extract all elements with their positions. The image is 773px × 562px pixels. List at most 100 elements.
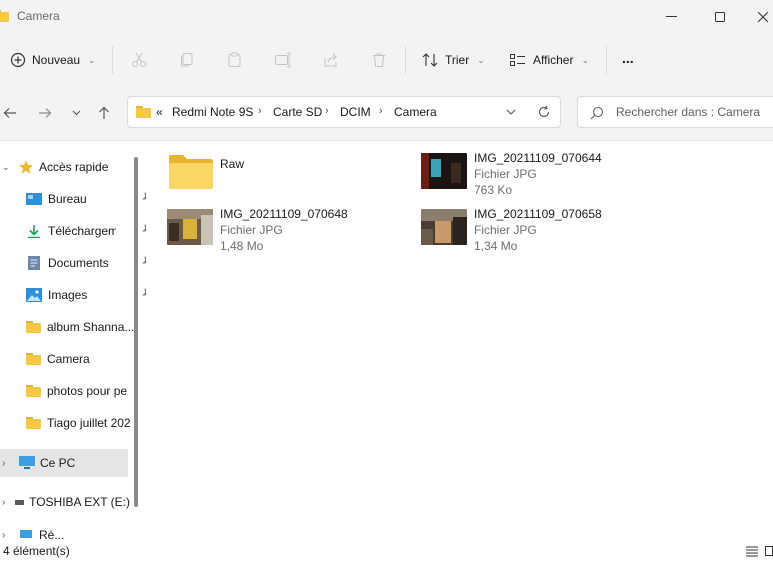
trash-icon [373,53,385,67]
file-type: Fichier JPG [474,223,537,237]
sidebar-item-drive[interactable]: › TOSHIBA EXT (E:) [0,489,130,515]
navigation-pane: ⌄ Accès rapide Bureau Téléchargements Do… [0,141,153,541]
tiles-view-button[interactable] [765,545,773,560]
breadcrumb-dcim[interactable]: DCIM [340,105,371,119]
minimize-button[interactable] [660,6,682,28]
file-item-raw[interactable]: Raw [166,153,386,203]
minimize-icon [665,16,677,17]
breadcrumb-separator: › [325,105,329,117]
up-button[interactable] [94,104,114,122]
view-button-label: Afficher [533,53,574,67]
address-history-button[interactable] [506,106,516,121]
view-icon [510,54,525,66]
details-view-button[interactable] [745,545,759,560]
sidebar-item-tiago[interactable]: Tiago juillet 202 [0,410,156,436]
file-item-img-070648[interactable]: IMG_20211109_070648 Fichier JPG 1,48 Mo [166,205,386,255]
drive-icon [14,500,25,505]
file-size: 1,34 Mo [474,239,518,253]
chevron-right-icon: › [2,457,6,469]
plus-circle-icon [10,52,26,68]
folder-icon [136,106,151,118]
sidebar-item-downloads[interactable]: Téléchargements [0,218,156,244]
delete-button[interactable] [368,49,390,71]
breadcrumb-camera[interactable]: Camera [394,105,437,119]
sidebar-item-label: photos pour pe [47,384,128,398]
close-button[interactable] [752,6,773,28]
arrow-up-icon [99,106,109,119]
sort-button[interactable]: Trier ⌄ [421,47,485,73]
back-button[interactable] [0,104,20,122]
sidebar-item-label: Ré... [39,529,65,541]
chevron-down-icon [506,109,516,115]
file-item-img-070658[interactable]: IMG_20211109_070658 Fichier JPG 1,34 Mo [420,205,640,255]
sidebar-item-label: TOSHIBA EXT (E:) [29,495,130,509]
sidebar-item-camera[interactable]: Camera [0,346,156,372]
breadcrumb-device[interactable]: Redmi Note 9S [172,105,253,119]
download-icon [28,225,40,238]
new-button-label: Nouveau [32,53,81,67]
sidebar-item-this-pc[interactable]: › Ce PC [0,449,128,477]
desktop-icon [26,193,42,205]
separator [112,46,113,74]
sidebar-item-photos[interactable]: photos pour pe [0,378,156,404]
sidebar-item-network[interactable]: › Ré... [0,529,130,541]
sidebar-item-desktop[interactable]: Bureau [0,186,156,212]
arrow-left-icon [3,108,16,118]
breadcrumb-separator: › [379,105,383,117]
folder-icon [169,155,213,189]
address-bar[interactable]: « Redmi Note 9S › Carte SD › DCIM › Came… [127,96,561,128]
sidebar-item-label: Téléchargements [48,224,116,238]
window-title: Camera [17,9,60,23]
computer-icon [19,456,35,469]
sidebar-scrollbar[interactable] [134,157,138,507]
sidebar-item-label: Bureau [48,192,87,206]
sidebar-item-album-shanna[interactable]: album Shanna... [0,314,156,340]
chevron-right-icon: › [2,496,6,508]
breadcrumb-sdcard[interactable]: Carte SD [273,105,322,119]
file-name: Raw [220,157,245,171]
sidebar-item-label: Ce PC [40,456,76,470]
command-bar: Nouveau ⌄ Trier ⌄ Afficher ⌄ ... [0,34,773,86]
tiles-view-icon [765,546,773,556]
file-name: IMG_20211109_070648 [220,207,348,221]
sidebar-item-label: Images [48,288,88,302]
file-size: 763 Ko [474,183,513,197]
image-thumbnail [167,209,213,245]
new-button[interactable]: Nouveau ⌄ [10,47,96,73]
share-button[interactable] [320,49,342,71]
chevron-down-icon: ⌄ [88,54,96,65]
sidebar-item-label: Accès rapide [39,160,109,174]
sidebar-item-label: Tiago juillet 202 [47,416,131,430]
cut-button[interactable] [128,49,150,71]
folder-icon [0,10,9,22]
rename-button[interactable] [272,49,294,71]
address-overflow[interactable]: « [156,105,163,119]
paste-icon [228,52,241,67]
chevron-down-icon: ⌄ [581,54,590,65]
more-options-button[interactable]: ... [622,45,634,71]
search-box[interactable]: Rechercher dans : Camera [577,96,773,128]
sidebar-item-documents[interactable]: Documents [0,250,156,276]
separator [606,46,607,74]
refresh-button[interactable] [537,105,551,122]
file-item-img-070644[interactable]: IMG_20211109_070644 Fichier JPG 763 Ko [420,149,640,199]
recent-locations-button[interactable] [66,104,86,122]
maximize-icon [714,11,725,22]
sort-icon [422,53,438,67]
maximize-button[interactable] [709,6,731,28]
view-button[interactable]: Afficher ⌄ [509,47,589,73]
forward-button[interactable] [35,104,55,122]
file-name: IMG_20211109_070644 [474,151,602,165]
share-icon [324,53,337,67]
sidebar-item-images[interactable]: Images [0,282,156,308]
folder-icon [26,353,41,365]
chevron-down-icon [72,110,80,116]
file-list: Raw IMG_20211109_070644 Fichier JPG 763 … [146,141,773,541]
documents-icon [28,256,40,270]
details-view-icon [746,546,758,557]
search-placeholder: Rechercher dans : Camera [616,105,761,119]
sidebar-item-quick-access[interactable]: ⌄ Accès rapide [0,154,130,180]
paste-button[interactable] [224,49,246,71]
refresh-icon [538,105,550,117]
copy-button[interactable] [176,49,198,71]
